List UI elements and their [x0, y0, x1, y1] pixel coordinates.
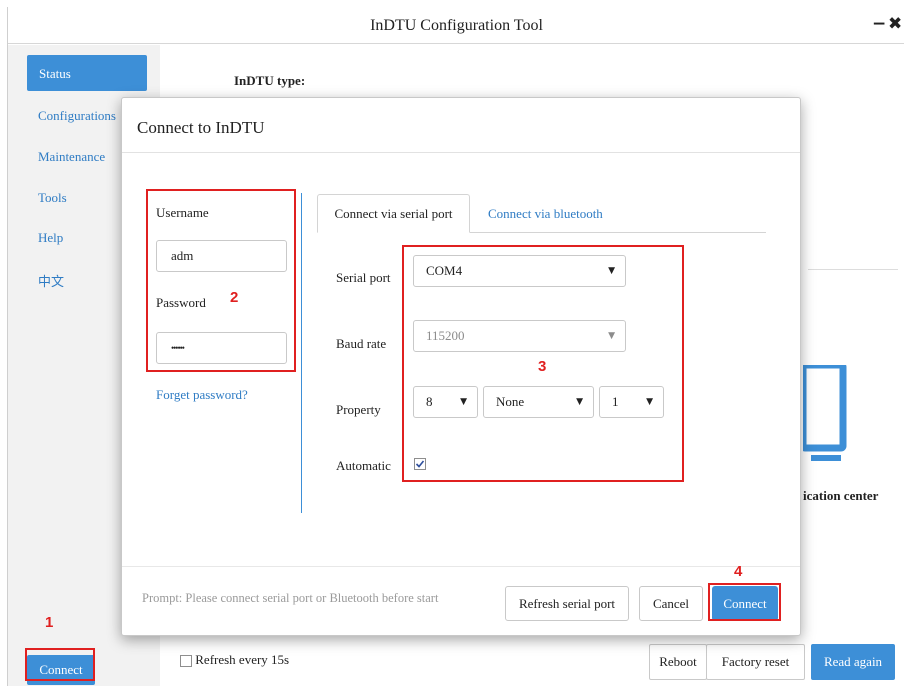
factory-reset-button[interactable]: Factory reset: [706, 644, 805, 680]
section-divider: [808, 269, 898, 270]
annotation-number-4: 4: [734, 563, 743, 580]
sidebar-item-maintenance[interactable]: Maintenance: [38, 149, 105, 165]
sidebar-item-configurations[interactable]: Configurations: [38, 108, 116, 124]
chevron-down-icon: ▼: [460, 397, 467, 407]
indtu-type-label: InDTU type:: [234, 73, 306, 88]
password-label: Password: [156, 295, 206, 310]
refresh-serial-port-button[interactable]: Refresh serial port: [505, 586, 629, 621]
sidebar-item-label: Status: [39, 66, 71, 81]
refresh-checkbox-row[interactable]: Refresh every 15s: [180, 652, 289, 668]
dialog-header-divider: [122, 152, 800, 153]
property-label: Property: [336, 402, 381, 417]
minimize-icon[interactable]: −: [872, 15, 886, 33]
connection-prompt: Prompt: Please connect serial port or Bl…: [142, 591, 439, 605]
password-input[interactable]: ••••••: [156, 332, 287, 364]
data-bits-select[interactable]: 8 ▼: [413, 386, 478, 418]
tab-serial-port[interactable]: Connect via serial port: [317, 194, 470, 233]
parity-select[interactable]: None ▼: [483, 386, 594, 418]
connect-button[interactable]: Connect: [712, 586, 778, 621]
serial-port-value: COM4: [426, 263, 463, 278]
sidebar-item-chinese[interactable]: 中文: [38, 271, 64, 290]
username-label: Username: [156, 205, 209, 220]
cancel-button[interactable]: Cancel: [639, 586, 703, 621]
annotation-number-3: 3: [538, 358, 547, 375]
serial-port-label: Serial port: [336, 270, 391, 285]
read-again-button[interactable]: Read again: [811, 644, 895, 680]
monitor-icon: [803, 365, 847, 461]
refresh-checkbox-label: Refresh every 15s: [195, 652, 290, 667]
annotation-number-2: 2: [230, 289, 239, 306]
annotation-number-1: 1: [45, 614, 54, 631]
chevron-down-icon: ▼: [576, 397, 583, 407]
sidebar-item-status[interactable]: Status: [27, 55, 147, 91]
checkmark-icon: [415, 460, 425, 468]
dialog-footer-divider: [122, 566, 800, 567]
baud-rate-select[interactable]: 115200 ▼: [413, 320, 626, 352]
forget-password-link[interactable]: Forget password?: [156, 387, 248, 403]
stop-bits-value: 1: [612, 394, 619, 409]
refresh-checkbox[interactable]: [180, 655, 192, 668]
reboot-button[interactable]: Reboot: [649, 644, 707, 680]
title-bar: InDTU Configuration Tool − ✖: [8, 7, 904, 44]
window-title: InDTU Configuration Tool: [370, 17, 543, 34]
connect-dialog: Connect to InDTU Username adm Password •…: [121, 97, 801, 636]
baud-rate-value: 115200: [426, 328, 465, 343]
stop-bits-select[interactable]: 1 ▼: [599, 386, 664, 418]
baud-rate-label: Baud rate: [336, 336, 387, 351]
tab-bluetooth[interactable]: Connect via bluetooth: [488, 206, 603, 222]
sidebar-item-tools[interactable]: Tools: [38, 190, 67, 206]
tab-underline: [470, 232, 766, 233]
chevron-down-icon: ▼: [608, 266, 615, 276]
dialog-title: Connect to InDTU: [137, 118, 265, 137]
chevron-down-icon: ▼: [646, 397, 653, 407]
sidebar-connect-button[interactable]: Connect: [27, 655, 95, 685]
chevron-down-icon: ▼: [608, 331, 615, 341]
parity-value: None: [496, 394, 525, 409]
serial-port-select[interactable]: COM4 ▼: [413, 255, 626, 287]
automatic-checkbox[interactable]: [414, 458, 426, 470]
close-icon[interactable]: ✖: [888, 15, 902, 33]
dialog-vertical-divider: [301, 193, 302, 513]
data-bits-value: 8: [426, 394, 433, 409]
automatic-label: Automatic: [336, 458, 391, 473]
sidebar-item-help[interactable]: Help: [38, 230, 63, 246]
username-input[interactable]: adm: [156, 240, 287, 272]
communication-center-label: ication center: [803, 488, 879, 503]
